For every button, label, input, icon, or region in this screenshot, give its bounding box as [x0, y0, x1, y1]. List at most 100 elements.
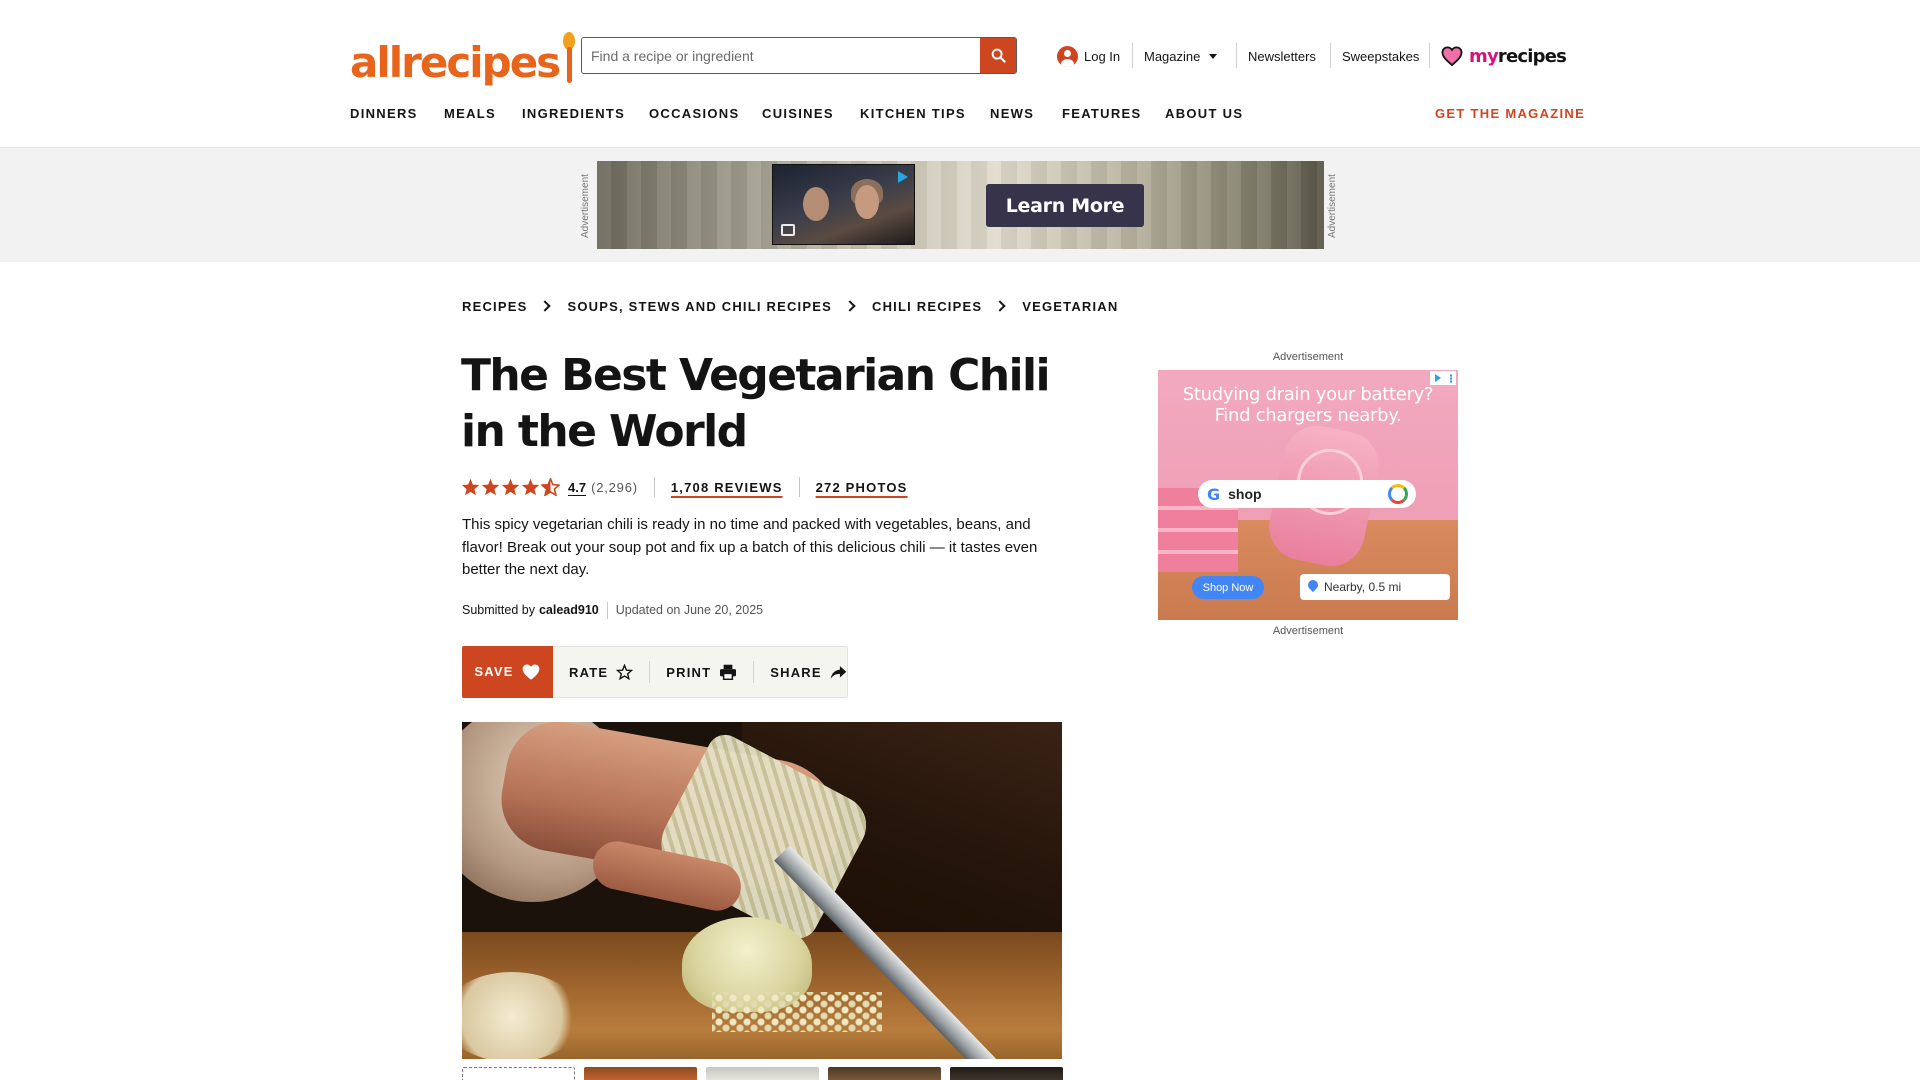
allrecipes-logo[interactable]: allrecipes [350, 28, 577, 84]
rating-row: 4.7 (2,296) 1,708 REVIEWS 272 PHOTOS [461, 477, 908, 497]
newsletters-link[interactable]: Newsletters [1248, 41, 1316, 71]
nav-item-features[interactable]: FEATURES [1062, 106, 1142, 121]
spoon-icon [561, 32, 577, 84]
thumbnail[interactable] [950, 1067, 1063, 1080]
caret-down-icon [1209, 53, 1218, 59]
adchoices-icon[interactable] [1430, 371, 1456, 385]
breadcrumb-chili[interactable]: CHILI RECIPES [872, 299, 982, 314]
share-arrow-icon [830, 665, 847, 679]
nearby-label: Nearby, 0.5 mi [1324, 580, 1402, 594]
nav-item-about-us[interactable]: ABOUT US [1165, 106, 1243, 121]
printer-icon [720, 664, 737, 680]
thumbnail[interactable] [462, 1067, 575, 1080]
divider [649, 661, 651, 683]
thumbnail[interactable] [584, 1067, 697, 1080]
divider [606, 601, 608, 619]
star-rating[interactable] [461, 478, 561, 496]
google-icon: G [1207, 484, 1221, 504]
thumbnail[interactable] [828, 1067, 941, 1080]
rating-value[interactable]: 4.7 [568, 480, 586, 495]
location-pin-icon [1308, 580, 1318, 594]
magazine-label: Magazine [1144, 48, 1201, 64]
sweepstakes-link[interactable]: Sweepstakes [1342, 41, 1419, 71]
mute-icon[interactable] [781, 224, 795, 236]
star-icon [481, 478, 500, 496]
chevron-right-icon [539, 300, 552, 312]
share-button[interactable]: SHARE [770, 665, 847, 680]
search-icon [991, 48, 1006, 63]
nav-item-ingredients[interactable]: INGREDIENTS [522, 106, 625, 121]
heart-icon [522, 663, 539, 680]
myrecipes-wordmark: myrecipes [1469, 45, 1567, 67]
search-input[interactable] [582, 38, 980, 73]
nav-item-kitchen-tips[interactable]: KITCHEN TIPS [860, 106, 966, 121]
divider [1132, 43, 1133, 68]
divider [1236, 43, 1237, 68]
top-ad-banner[interactable]: Learn More [597, 161, 1324, 249]
login-link[interactable]: Log In [1057, 41, 1120, 71]
half-star-icon [541, 478, 560, 496]
ad-label: Advertisement [1272, 625, 1344, 637]
get-magazine-link[interactable]: GET THE MAGAZINE [1435, 106, 1585, 121]
star-outline-icon [616, 664, 634, 680]
ad-search-bar: G shop [1198, 480, 1416, 508]
divider [798, 477, 800, 497]
updated-date: Updated on June 20, 2025 [615, 603, 764, 617]
nav-item-cuisines[interactable]: CUISINES [762, 106, 834, 121]
ad-label: Advertisement [1327, 174, 1338, 238]
sidebar-ad[interactable]: Studying drain your battery? Find charge… [1158, 370, 1458, 620]
adchoices-icon[interactable] [898, 171, 908, 183]
ad-headline: Studying drain your battery? Find charge… [1182, 384, 1434, 426]
search-button[interactable] [980, 38, 1016, 73]
submitted-by-label: Submitted by [462, 603, 535, 617]
ad-search-text: shop [1228, 486, 1262, 502]
main-nav: DINNERS MEALS INGREDIENTS OCCASIONS CUIS… [0, 106, 1920, 132]
share-label: SHARE [770, 664, 822, 680]
shop-now-button[interactable]: Shop Now [1192, 576, 1264, 599]
nav-item-dinners[interactable]: DINNERS [350, 106, 418, 121]
star-icon [521, 478, 540, 496]
login-label: Log In [1084, 48, 1121, 64]
photo-thumbnail-strip [462, 1067, 1072, 1080]
save-button[interactable]: SAVE [462, 645, 553, 698]
logo-wordmark: allrecipes [350, 38, 561, 87]
rating-count: (2,296) [591, 479, 638, 495]
print-button[interactable]: PRINT [666, 664, 737, 680]
nav-item-occasions[interactable]: OCCASIONS [649, 106, 739, 121]
myrecipes-link[interactable]: myrecipes [1441, 41, 1567, 71]
photos-link[interactable]: 272 PHOTOS [816, 480, 908, 495]
recipe-description: This spicy vegetarian chili is ready in … [462, 516, 1038, 578]
reviews-link[interactable]: 1,708 REVIEWS [671, 480, 783, 495]
divider [753, 661, 755, 683]
chevron-right-icon [844, 300, 856, 312]
recipe-video[interactable] [462, 722, 1062, 1059]
divider [1429, 43, 1430, 68]
ad-video[interactable] [772, 164, 915, 245]
recipe-action-bar: SAVE RATE PRINT SHARE [462, 645, 848, 698]
page-title: The Best Vegetarian Chili in the World [461, 350, 1051, 457]
heart-icon [1441, 46, 1463, 66]
learn-more-button[interactable]: Learn More [986, 184, 1144, 227]
breadcrumb-soups[interactable]: SOUPS, STEWS AND CHILI RECIPES [567, 299, 832, 314]
magazine-dropdown[interactable]: Magazine [1144, 41, 1218, 71]
ad-label: Advertisement [580, 174, 591, 238]
search-bar [581, 37, 1017, 74]
save-label: SAVE [474, 664, 514, 679]
thumbnail[interactable] [706, 1067, 819, 1080]
breadcrumb: RECIPES SOUPS, STEWS AND CHILI RECIPES C… [462, 297, 1118, 315]
star-icon [461, 478, 480, 496]
nav-item-news[interactable]: NEWS [990, 106, 1034, 121]
print-label: PRINT [666, 664, 712, 680]
author-link[interactable]: calead910 [539, 603, 599, 617]
site-header: allrecipes Log In Magazine Newsletters S… [0, 0, 1920, 148]
divider [653, 477, 655, 497]
lens-icon [1388, 484, 1408, 504]
rate-button[interactable]: RATE [569, 664, 634, 680]
nav-item-meals[interactable]: MEALS [444, 106, 496, 121]
user-icon [1057, 45, 1078, 67]
breadcrumb-vegetarian[interactable]: VEGETARIAN [1022, 299, 1118, 314]
chevron-right-icon [994, 300, 1006, 312]
byline: Submitted by calead910 Updated on June 2… [462, 601, 763, 619]
nearby-chip[interactable]: Nearby, 0.5 mi [1300, 574, 1450, 600]
breadcrumb-recipes[interactable]: RECIPES [462, 299, 527, 314]
